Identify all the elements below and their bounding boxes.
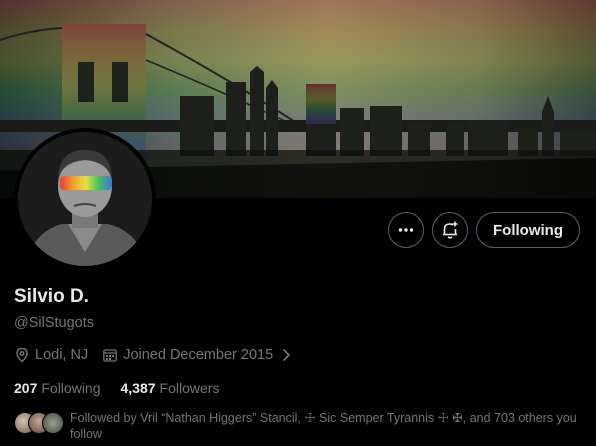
avatar-portrait-illustration xyxy=(18,132,152,266)
followed-by-text: Followed by Vril “Nathan Higgers” Stanci… xyxy=(70,411,577,441)
location-item: Lodi, NJ xyxy=(14,347,88,363)
notification-bell-plus-icon xyxy=(443,221,458,239)
following-count-link[interactable]: 207 Following xyxy=(14,380,101,396)
profile-handle: @SilStugots xyxy=(14,315,95,331)
profile-meta: Lodi, NJ Joined December 2015 xyxy=(14,345,312,365)
follow-stats: 207 Following 4,387 Followers xyxy=(14,380,239,396)
notifications-button[interactable] xyxy=(432,212,468,248)
avatar-image xyxy=(18,132,152,266)
followers-count: 4,387 xyxy=(120,380,156,396)
location-pin-icon xyxy=(16,347,28,363)
more-options-button[interactable] xyxy=(388,212,424,248)
following-button[interactable]: Following xyxy=(476,212,580,248)
followed-by-avatars xyxy=(14,412,70,434)
calendar-icon xyxy=(103,349,118,362)
profile-page: Following Silvio D. @SilStugots Lodi, NJ… xyxy=(0,0,596,446)
following-count: 207 xyxy=(14,380,38,396)
more-horizontal-icon xyxy=(398,228,414,232)
location-text: Lodi, NJ xyxy=(35,347,89,363)
joined-item: Joined December 2015 xyxy=(102,347,298,363)
joined-text: Joined December 2015 xyxy=(123,347,274,363)
profile-name: Silvio D. xyxy=(14,286,89,307)
following-label: Following xyxy=(41,380,101,396)
follower-avatar xyxy=(42,412,64,434)
chevron-right-icon[interactable] xyxy=(279,348,293,362)
followed-by-section[interactable]: Followed by Vril “Nathan Higgers” Stanci… xyxy=(14,410,584,442)
followers-count-link[interactable]: 4,387 Followers xyxy=(121,380,220,396)
avatar[interactable] xyxy=(14,128,156,270)
followers-label: Followers xyxy=(159,380,220,396)
